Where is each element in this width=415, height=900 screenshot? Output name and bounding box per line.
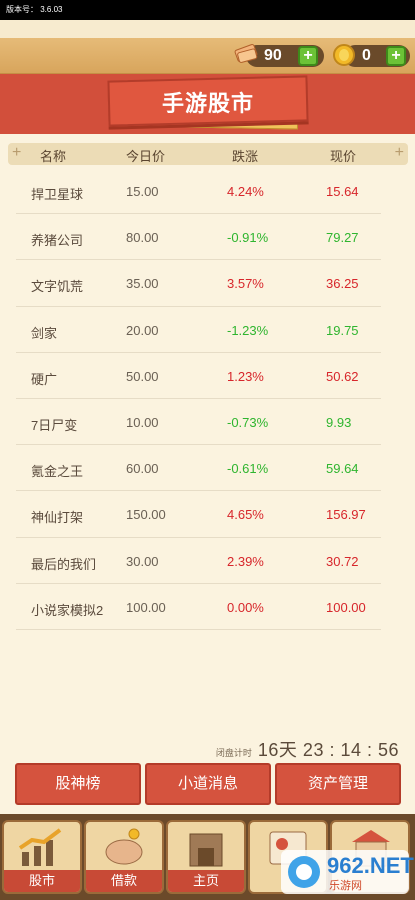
- header-prev-price: 今日价: [126, 149, 166, 164]
- stock-current-price: 59.64: [326, 461, 359, 477]
- stock-prev-price: 35.00: [126, 276, 159, 292]
- stock-change: 4.65%: [227, 507, 264, 523]
- stock-name: 养猪公司: [31, 233, 84, 249]
- stock-change: 3.57%: [227, 276, 264, 292]
- stock-change: 4.24%: [227, 184, 264, 199]
- table-row[interactable]: 捍卫星球 15.00 4.24% 15.64: [16, 168, 381, 215]
- table-row[interactable]: 硬广 50.00 1.23% 50.62: [16, 353, 381, 399]
- add-tickets-button[interactable]: +: [298, 46, 318, 66]
- stock-current-price: 79.27: [326, 230, 359, 246]
- status-bar: 版本号： 3.6.03: [0, 0, 415, 20]
- stock-prev-price: 80.00: [126, 230, 159, 246]
- tab-label: 主页: [168, 870, 244, 892]
- stock-prev-price: 50.00: [126, 368, 159, 384]
- version-text: 版本号： 3.6.03: [6, 5, 63, 14]
- stock-current-price: 30.72: [326, 553, 359, 569]
- tab-stock-market[interactable]: 股市: [2, 820, 82, 894]
- stock-list: 捍卫星球 15.00 4.24% 15.64 养猪公司 80.00 -0.91%…: [16, 168, 381, 630]
- stock-current-price: 19.75: [326, 322, 359, 338]
- stock-prev-price: 15.00: [126, 184, 159, 199]
- ticket-counter: 90 +: [234, 44, 324, 67]
- add-coins-button[interactable]: +: [386, 46, 406, 66]
- table-row[interactable]: 神仙打架 150.00 4.65% 156.97: [16, 491, 381, 538]
- table-header: + 名称 今日价 跌涨 现价 +: [8, 143, 408, 165]
- ticket-icon: [234, 44, 258, 63]
- tab-label: 借款: [86, 870, 162, 892]
- stock-change: -0.91%: [227, 230, 269, 246]
- watermark-text: 962.NET: [327, 853, 414, 878]
- house-icon: [189, 833, 223, 867]
- table-row[interactable]: 最后的我们 30.00 2.39% 30.72: [16, 538, 381, 584]
- stock-prev-price: 20.00: [126, 322, 159, 338]
- table-row[interactable]: 剑家 20.00 -1.23% 19.75: [16, 307, 381, 353]
- stock-change: 1.23%: [227, 368, 264, 384]
- table-row[interactable]: 文字饥荒 35.00 3.57% 36.25: [16, 260, 381, 307]
- corner-plus-icon: +: [12, 144, 22, 161]
- stock-current-price: 100.00: [326, 599, 366, 615]
- bottom-nav: 股市 借款 主页 962.NET 乐游网: [0, 814, 415, 900]
- logo-icon: [288, 856, 320, 888]
- table-row[interactable]: 小说家模拟2 100.00 0.00% 100.00: [16, 584, 381, 630]
- stock-change: -0.73%: [227, 414, 269, 430]
- watermark-subtext: 乐游网: [329, 880, 362, 892]
- stock-change: 2.39%: [227, 553, 264, 569]
- stock-name: 最后的我们: [31, 556, 97, 572]
- watermark-logo: 962.NET 乐游网: [281, 850, 414, 894]
- stock-prev-price: 30.00: [126, 553, 159, 569]
- page-title: 手游股市: [161, 91, 254, 116]
- stock-name: 文字饥荒: [31, 279, 84, 295]
- stock-current-price: 36.25: [326, 276, 359, 292]
- stock-current-price: 50.62: [326, 368, 359, 384]
- asset-management-button[interactable]: 资产管理: [275, 763, 401, 805]
- timer-label: 闭盘计时: [215, 748, 252, 758]
- top-bar: 90 + 0 +: [0, 38, 415, 74]
- leaderboard-button[interactable]: 股神榜: [15, 763, 141, 805]
- stock-change: -0.61%: [227, 461, 269, 477]
- header-change: 跌涨: [232, 149, 259, 164]
- tab-label: 股市: [4, 870, 80, 892]
- stock-change: -1.23%: [227, 322, 269, 338]
- stock-name: 小说家模拟2: [31, 602, 104, 618]
- stock-current-price: 156.97: [326, 507, 366, 523]
- stock-prev-price: 60.00: [126, 461, 159, 477]
- coin-counter: 0 +: [333, 44, 410, 67]
- stock-name: 神仙打架: [31, 510, 84, 526]
- stock-prev-price: 150.00: [126, 507, 166, 523]
- stock-prev-price: 10.00: [126, 414, 159, 430]
- table-row[interactable]: 养猪公司 80.00 -0.91% 79.27: [16, 214, 381, 261]
- piggy-bank-icon: [105, 828, 143, 865]
- stock-name: 硬广: [31, 371, 58, 387]
- stock-name: 剑家: [31, 325, 58, 341]
- header-name: 名称: [40, 149, 67, 164]
- stock-current-price: 9.93: [326, 414, 352, 430]
- tab-home[interactable]: 主页: [166, 820, 246, 894]
- stock-name: 7日尸变: [31, 417, 78, 433]
- stock-change: 0.00%: [227, 599, 264, 615]
- tab-loan[interactable]: 借款: [84, 820, 164, 894]
- timer-value: 16天 23 : 14 : 56: [257, 740, 399, 760]
- rumors-button[interactable]: 小道消息: [145, 763, 271, 805]
- market-close-timer: 闭盘计时 16天 23 : 14 : 56: [216, 736, 399, 762]
- stock-prev-price: 100.00: [126, 599, 166, 615]
- header-current-price: 现价: [330, 149, 357, 164]
- coin-icon: [333, 44, 355, 66]
- table-row[interactable]: 氪金之王 60.00 -0.61% 59.64: [16, 445, 381, 492]
- chart-icon: [18, 828, 62, 866]
- stock-name: 氪金之王: [31, 464, 84, 480]
- stock-name: 捍卫星球: [31, 187, 84, 202]
- corner-plus-icon: +: [394, 144, 404, 161]
- stock-current-price: 15.64: [326, 184, 359, 199]
- table-row[interactable]: 7日尸变 10.00 -0.73% 9.93: [16, 399, 381, 446]
